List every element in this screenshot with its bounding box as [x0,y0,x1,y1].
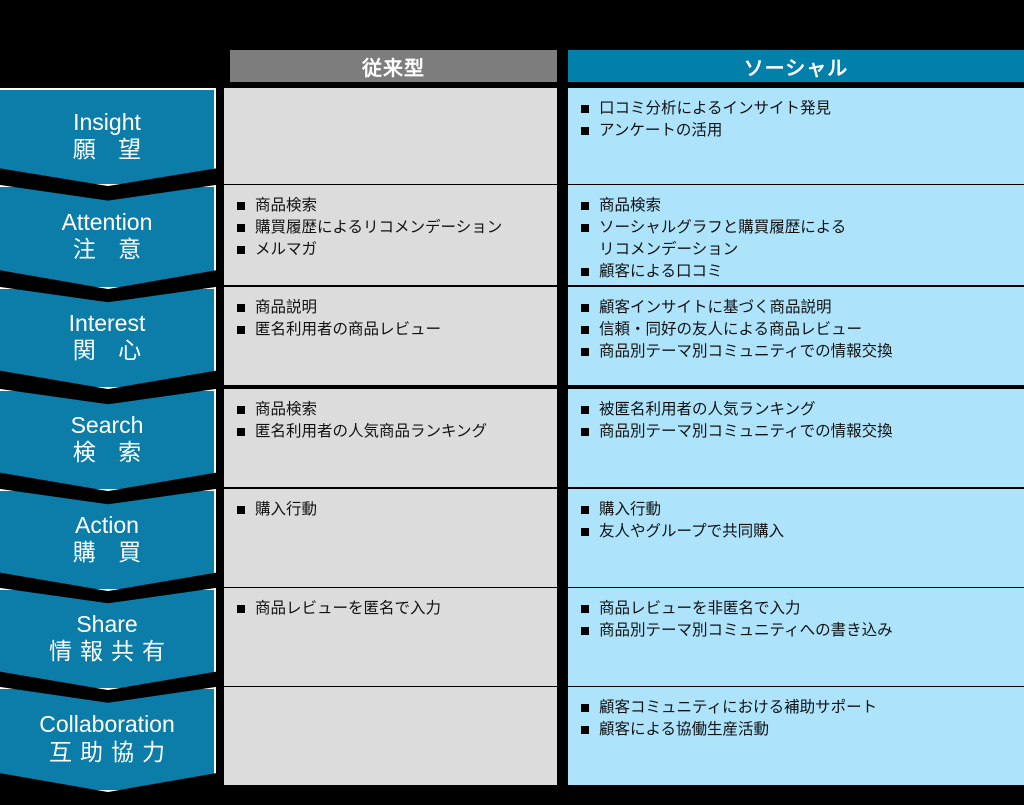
stage-label-ja: 願 望 [72,136,150,163]
stage-label-en: Attention [61,208,153,235]
stage-label-en: Share [76,610,138,637]
list-item: 被匿名利用者の人気ランキング [580,399,1012,421]
cell-social-search: 被匿名利用者の人気ランキング 商品別テーマ別コミュニティでの情報交換 [568,389,1024,487]
stage-chevron-collaboration[interactable]: Collaboration 互助協力 [0,687,216,792]
cell-traditional-attention: 商品検索 購買履歴によるリコメンデーション メルマガ [224,185,557,285]
cell-social-interest: 顧客インサイトに基づく商品説明 信頼・同好の友人による商品レビュー 商品別テーマ別コ… [568,287,1024,385]
bullet-list: 購入行動 友人やグループで共同購入 [580,499,1012,543]
stage-label-en: Action [75,511,139,538]
list-item: 商品レビューを匿名で入力 [236,598,545,620]
stage-label-en: Search [70,411,144,438]
list-item: 商品検索 [236,195,545,217]
stage-label-ja: 関 心 [72,337,150,364]
column-header-traditional: 従来型 [230,50,557,82]
list-item: 友人やグループで共同購入 [580,521,1012,543]
cell-social-action: 購入行動 友人やグループで共同購入 [568,489,1024,587]
cell-social-collaboration: 顧客コミュニティにおける補助サポート 顧客による協働生産活動 [568,687,1024,785]
stage-chevron-interest[interactable]: Interest 関 心 [0,287,216,389]
list-item: 顧客コミュニティにおける補助サポート [580,697,1012,719]
stage-chevron-share[interactable]: Share 情報共有 [0,588,216,690]
list-item: メルマガ [236,239,545,261]
stage-label-en: Interest [68,309,146,336]
bullet-list: 商品検索 匿名利用者の人気商品ランキング [236,399,545,443]
list-item: 顧客インサイトに基づく商品説明 [580,297,1012,319]
stage-label-ja: 情報共有 [49,638,173,665]
bullet-list: 購入行動 [236,499,545,521]
list-item: 商品レビューを非匿名で入力 [580,598,1012,620]
matrix-diagram: 従来型 ソーシャル Insight 願 望 口コミ分析によるインサイト発見 アンケート… [0,0,1024,805]
list-item: 購買履歴によるリコメンデーション [236,217,545,239]
list-item: 商品別テーマ別コミュニティでの情報交換 [580,341,1012,363]
cell-traditional-collaboration [224,687,557,785]
bullet-list: 商品検索 ソーシャルグラフと購買履歴による リコメンデーション 顧客による口コミ [580,195,1012,283]
list-item: アンケートの活用 [580,120,1012,142]
list-item: 商品説明 [236,297,545,319]
list-item: 匿名利用者の人気商品ランキング [236,421,545,443]
cell-social-share: 商品レビューを非匿名で入力 商品別テーマ別コミュニティへの書き込み [568,588,1024,686]
stage-chevron-insight[interactable]: Insight 願 望 [0,88,216,186]
list-item: 顧客による口コミ [580,261,1012,283]
stage-label-ja: 注 意 [72,236,150,263]
column-header-social: ソーシャル [568,50,1024,82]
bullet-list: 商品検索 購買履歴によるリコメンデーション メルマガ [236,195,545,261]
cell-social-attention: 商品検索 ソーシャルグラフと購買履歴による リコメンデーション 顧客による口コミ [568,185,1024,285]
stage-chevron-attention[interactable]: Attention 注 意 [0,185,216,289]
cell-traditional-action: 購入行動 [224,489,557,587]
bullet-list: 商品説明 匿名利用者の商品レビュー [236,297,545,341]
cell-traditional-share: 商品レビューを匿名で入力 [224,588,557,686]
cell-traditional-insight [224,88,557,184]
list-item: 商品検索 [580,195,1012,217]
list-item: 購入行動 [236,499,545,521]
list-item: 口コミ分析によるインサイト発見 [580,98,1012,120]
cell-traditional-search: 商品検索 匿名利用者の人気商品ランキング [224,389,557,487]
list-item: 匿名利用者の商品レビュー [236,319,545,341]
stage-label-ja: 購 買 [72,539,150,566]
stage-label-ja: 検 索 [72,439,150,466]
stage-label-en: Collaboration [39,711,175,738]
cell-social-insight: 口コミ分析によるインサイト発見 アンケートの活用 [568,88,1024,184]
cell-traditional-interest: 商品説明 匿名利用者の商品レビュー [224,287,557,385]
stage-chevron-search[interactable]: Search 検 索 [0,389,216,491]
list-item: 商品別テーマ別コミュニティでの情報交換 [580,421,1012,443]
list-item: 商品検索 [236,399,545,421]
bullet-list: 被匿名利用者の人気ランキング 商品別テーマ別コミュニティでの情報交換 [580,399,1012,443]
list-item: 商品別テーマ別コミュニティへの書き込み [580,620,1012,642]
bullet-list: 顧客インサイトに基づく商品説明 信頼・同好の友人による商品レビュー 商品別テーマ別コ… [580,297,1012,363]
column-header-social-label: ソーシャル [743,57,849,80]
bullet-list: 商品レビューを非匿名で入力 商品別テーマ別コミュニティへの書き込み [580,598,1012,642]
bullet-list: 商品レビューを匿名で入力 [236,598,545,620]
list-item: 顧客による協働生産活動 [580,719,1012,741]
bullet-list: 口コミ分析によるインサイト発見 アンケートの活用 [580,98,1012,142]
stage-label-en: Insight [73,108,141,135]
bullet-list: 顧客コミュニティにおける補助サポート 顧客による協働生産活動 [580,697,1012,741]
stage-label-ja: 互助協力 [49,738,173,765]
column-header-traditional-label: 従来型 [362,57,425,80]
list-item: 信頼・同好の友人による商品レビュー [580,319,1012,341]
stage-chevron-action[interactable]: Action 購 買 [0,489,216,591]
list-item: ソーシャルグラフと購買履歴による リコメンデーション [580,217,1012,261]
list-item: 購入行動 [580,499,1012,521]
